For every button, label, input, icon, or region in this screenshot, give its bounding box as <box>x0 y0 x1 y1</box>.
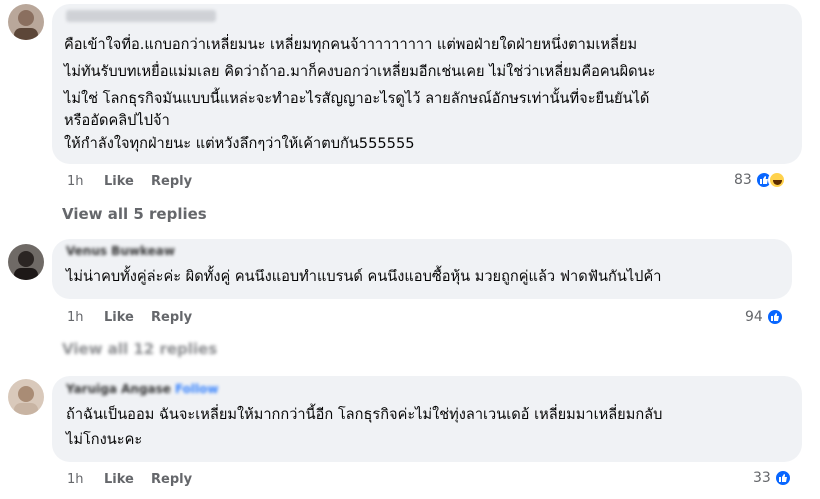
reaction-summary[interactable]: 83 <box>734 171 786 189</box>
avatar[interactable] <box>8 4 44 40</box>
comment-text: ไม่น่าคบทั้งคู่ล่ะค่ะ ผิดทั้งคู่ คนนึงแอ… <box>66 268 662 285</box>
avatar[interactable] <box>8 379 44 415</box>
reaction-count: 33 <box>753 470 771 486</box>
comment-author[interactable]: Venus Buwkeaw <box>66 244 175 258</box>
comment-timestamp[interactable]: 1h <box>67 174 104 189</box>
comment-bubble: Yaruiga Angase Follow ถ้าฉันเป็นออม ฉันจะ… <box>52 376 802 462</box>
comment-timestamp[interactable]: 1h <box>67 310 104 325</box>
comment-text: ไม่โกงนะคะ <box>66 431 143 448</box>
comment-actions: 1h Like Reply <box>67 174 192 189</box>
like-button[interactable]: Like <box>104 472 151 487</box>
comment-text: คือเข้าใจที่อ.แกบอกว่าเหลี่ยมนะ เหลี่ยมท… <box>64 36 638 53</box>
avatar[interactable] <box>8 244 44 280</box>
follow-button[interactable]: Follow <box>175 382 219 396</box>
reply-button[interactable]: Reply <box>151 174 192 189</box>
comment-bubble: Venus Buwkeaw ไม่น่าคบทั้งคู่ล่ะค่ะ ผิดท… <box>52 239 792 299</box>
reaction-count: 94 <box>745 309 763 325</box>
comment-author[interactable] <box>66 10 216 22</box>
comment-feed: คือเข้าใจที่อ.แกบอกว่าเหลี่ยมนะ เหลี่ยมท… <box>0 0 820 499</box>
comment-bubble: คือเข้าใจที่อ.แกบอกว่าเหลี่ยมนะ เหลี่ยมท… <box>52 4 802 164</box>
like-button[interactable]: Like <box>104 310 151 325</box>
reaction-summary[interactable]: 33 <box>753 469 792 487</box>
comment-text: ถ้าฉันเป็นออม ฉันจะเหลี่ยมให้มากกว่านี้อ… <box>66 406 663 423</box>
reaction-summary[interactable]: 94 <box>745 308 784 326</box>
like-button[interactable]: Like <box>104 174 151 189</box>
comment-author: Yaruiga Angase Follow <box>66 382 218 396</box>
comment-text: ให้กำลังใจทุกฝ่ายนะ แต่หวังลึกๆว่าให้เค้… <box>64 135 415 152</box>
comment-actions: 1h Like Reply <box>67 310 192 325</box>
comment-timestamp[interactable]: 1h <box>67 472 104 487</box>
view-replies-link[interactable]: View all 5 replies <box>62 205 207 223</box>
like-icon <box>765 308 784 326</box>
reaction-count: 83 <box>734 172 752 188</box>
reply-button[interactable]: Reply <box>151 310 192 325</box>
like-icon <box>773 469 792 487</box>
view-replies-link[interactable]: View all 12 replies <box>62 340 217 358</box>
comment-text: หรืออัดคลิปไปจ้า <box>64 112 170 129</box>
comment-text: ไม่ทันรับบทเหยื่อแม่มเลย คิดว่าถ้าอ.มาก็… <box>64 63 656 80</box>
reply-button[interactable]: Reply <box>151 472 192 487</box>
comment-actions: 1h Like Reply <box>67 472 192 487</box>
haha-icon <box>767 171 786 189</box>
comment-text: ไม่ใช่ โลกธุรกิจมันแบบนี้แหล่ะจะทำอะไรสั… <box>64 90 650 107</box>
author-name[interactable]: Yaruiga Angase <box>66 382 171 396</box>
